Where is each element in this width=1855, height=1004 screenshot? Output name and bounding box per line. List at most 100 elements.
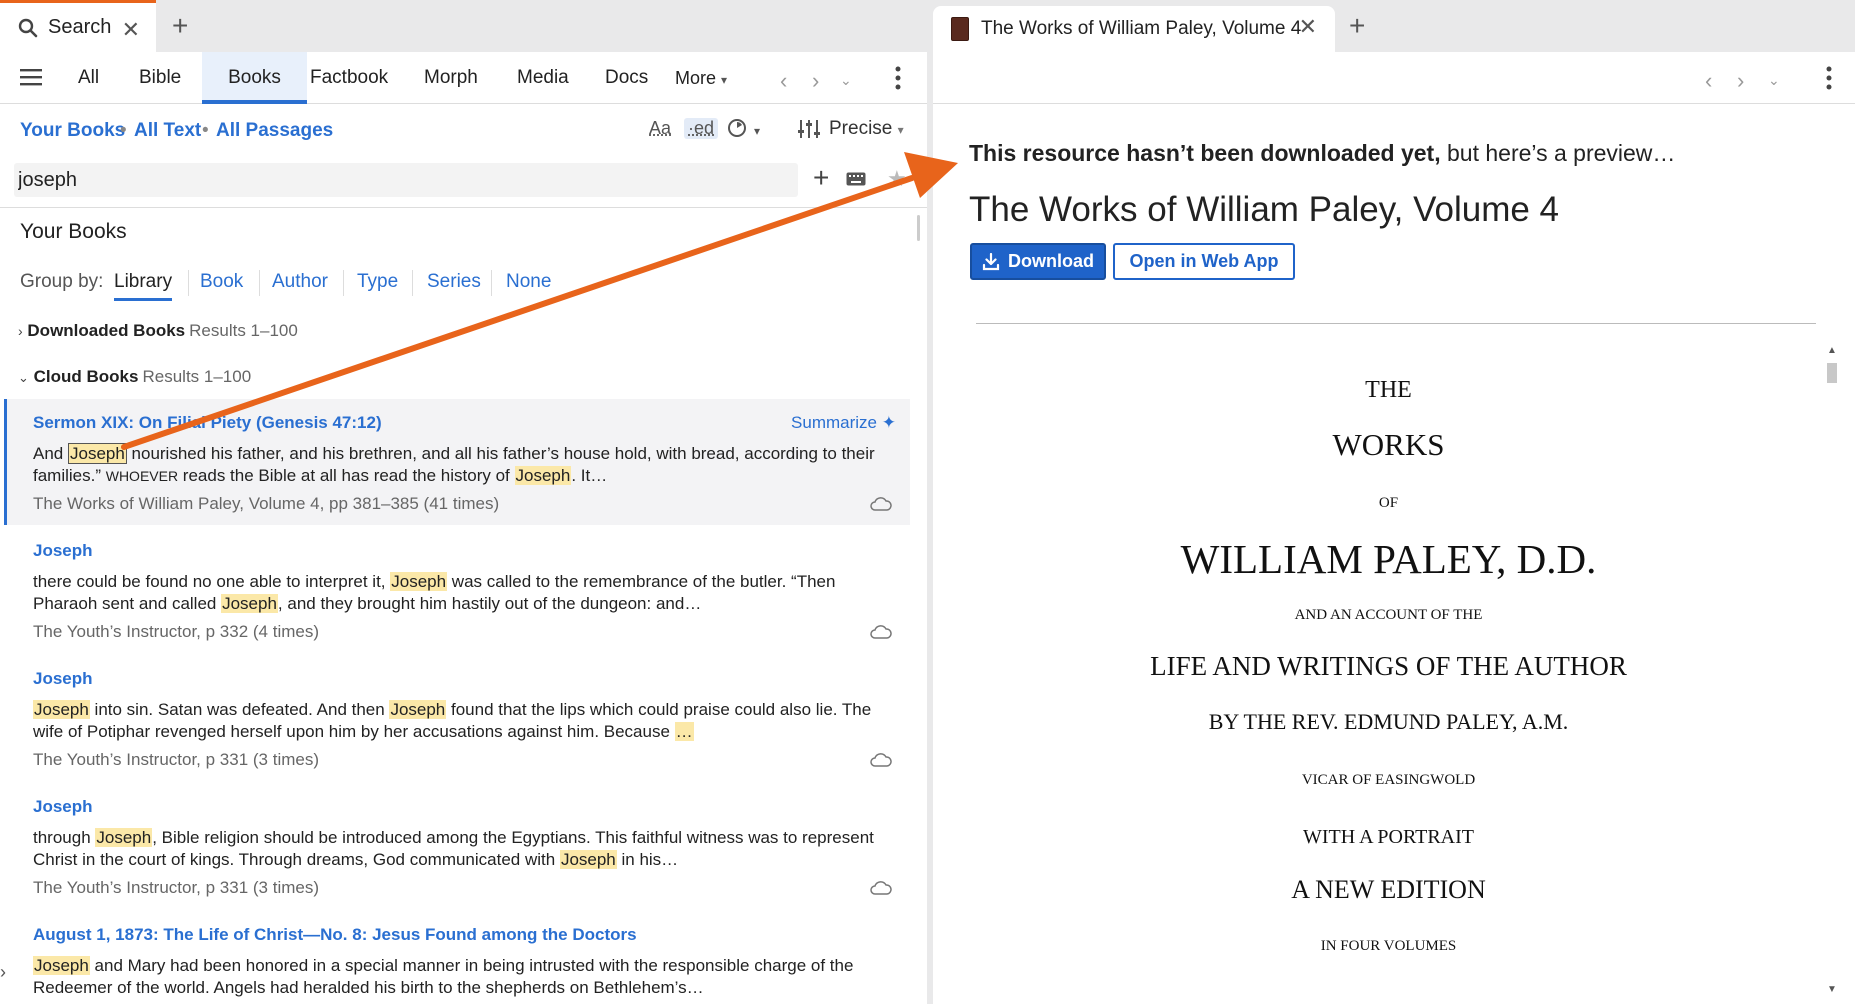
timer-icon[interactable] (726, 116, 748, 138)
downloaded-books-header[interactable]: › Downloaded Books Results 1–100 (18, 321, 298, 341)
page-line: VICAR OF EASINGWOLD (1301, 772, 1476, 788)
scrollbar[interactable] (917, 215, 920, 241)
search-hit: Joseph (95, 828, 153, 847)
more-label: More (675, 68, 717, 88)
result-title[interactable]: Joseph (33, 797, 93, 817)
cloud-books-header[interactable]: ⌄ Cloud Books Results 1–100 (18, 367, 251, 387)
scroll-up-icon[interactable]: ▲ (1827, 345, 1837, 356)
group-series[interactable]: Series (427, 271, 481, 293)
tab-resource[interactable]: The Works of William Paley, Volume 4 ✕ (933, 6, 1335, 52)
page-line: OF (1378, 495, 1399, 511)
filter-all-passages[interactable]: All Passages (216, 120, 333, 142)
divider (491, 270, 492, 296)
divider (259, 270, 260, 296)
chevron-down-icon[interactable]: ▾ (754, 124, 760, 138)
scroll-thumb[interactable] (1827, 363, 1837, 383)
page-line: LIFE AND WRITINGS OF THE AUTHOR (1150, 651, 1627, 681)
search-result[interactable]: Sermon XIX: On Filial Piety (Genesis 47:… (4, 399, 910, 525)
page-line: WILLIAM PALEY, D.D. (1180, 536, 1597, 582)
chevron-down-icon: ▾ (721, 73, 728, 87)
chevron-right-icon[interactable]: › (0, 962, 6, 983)
page-line: WORKS (1332, 427, 1445, 462)
search-input[interactable] (14, 163, 798, 197)
page-line: AND AN ACCOUNT OF THE (1294, 607, 1483, 623)
section-title: Your Books (20, 220, 127, 243)
search-result[interactable]: Joseph there could be found no one able … (4, 527, 910, 655)
tab-media[interactable]: Media (499, 52, 587, 104)
tab-all[interactable]: All (60, 52, 117, 104)
tab-morph[interactable]: Morph (406, 52, 496, 104)
history-dropdown-icon[interactable]: ⌄ (840, 72, 852, 89)
filter-your-books[interactable]: Your Books (20, 120, 125, 142)
search-hit: Joseph (390, 572, 448, 591)
tab-search-label: Search (48, 16, 112, 38)
page-line: A NEW EDITION (1291, 875, 1486, 904)
search-hit: … (674, 722, 694, 741)
back-icon[interactable]: ‹ (1705, 68, 1712, 94)
download-icon (982, 252, 1000, 271)
tab-search[interactable]: Search ✕ (0, 0, 156, 52)
history-dropdown-icon[interactable]: ⌄ (1768, 72, 1780, 89)
tab-docs[interactable]: Docs (587, 52, 666, 104)
tab-resource-label: The Works of William Paley, Volume 4 (981, 18, 1302, 39)
search-hit: Joseph (33, 956, 90, 975)
search-panel: Search ✕ + All Bible Books Factbook Morp… (0, 0, 927, 1004)
new-tab-button[interactable]: + (172, 12, 188, 40)
divider (976, 323, 1816, 324)
result-snippet: Joseph and Mary had been honored in a sp… (33, 956, 854, 997)
search-hit: Joseph (221, 594, 278, 613)
chevron-right-icon: › (18, 323, 23, 339)
search-box[interactable] (14, 163, 798, 197)
group-book[interactable]: Book (200, 271, 243, 293)
divider (412, 270, 413, 296)
divider (188, 270, 189, 296)
word-forms-icon[interactable]: ·ed (684, 118, 719, 139)
more-menu[interactable]: More ▾ (657, 52, 745, 104)
scroll-down-icon[interactable]: ▼ (1827, 984, 1837, 995)
close-icon[interactable]: ✕ (1299, 16, 1317, 38)
scrollbar[interactable]: ▲ ▼ (1823, 345, 1841, 995)
back-icon[interactable]: ‹ (780, 68, 787, 94)
forward-icon[interactable]: › (812, 68, 819, 94)
forward-icon[interactable]: › (1737, 68, 1744, 94)
new-tab-button[interactable]: + (1349, 12, 1365, 40)
search-result[interactable]: Joseph through Joseph, Bible religion sh… (4, 783, 910, 911)
more-options-icon[interactable] (895, 66, 901, 90)
close-icon[interactable]: ✕ (122, 19, 140, 41)
summarize-button[interactable]: Summarize ✦ (791, 413, 896, 433)
group-type[interactable]: Type (357, 271, 398, 293)
menu-icon[interactable] (20, 68, 42, 86)
result-source: The Youth’s Instructor, p 332 (4 times) (33, 622, 320, 641)
download-button[interactable]: Download (970, 243, 1106, 280)
keyboard-icon[interactable] (846, 172, 866, 186)
chevron-down-icon: ⌄ (18, 370, 29, 385)
star-icon[interactable]: ★ (887, 166, 907, 192)
page-line: WITH A PORTRAIT (1302, 826, 1474, 848)
search-hit: Joseph (559, 850, 617, 869)
group-author[interactable]: Author (272, 271, 328, 293)
result-title[interactable]: August 1, 1873: The Life of Christ—No. 8… (33, 925, 637, 945)
add-search-button[interactable]: + (813, 164, 829, 192)
result-title[interactable]: Sermon XIX: On Filial Piety (Genesis 47:… (33, 413, 382, 433)
precise-dropdown[interactable]: Precise ▾ (829, 118, 904, 140)
page-line: THE (1365, 377, 1412, 403)
open-in-web-app-button[interactable]: Open in Web App (1113, 243, 1295, 280)
result-title[interactable]: Joseph (33, 541, 93, 561)
sliders-icon[interactable] (797, 118, 821, 140)
downloaded-books-label: Downloaded Books (27, 321, 186, 340)
more-options-icon[interactable] (1826, 66, 1832, 90)
tab-factbook[interactable]: Factbook (292, 52, 406, 104)
download-label: Download (1008, 251, 1094, 271)
filter-all-text[interactable]: All Text (134, 120, 201, 142)
match-case-icon[interactable]: Aa (649, 118, 671, 139)
cloud-icon (870, 753, 892, 767)
group-library[interactable]: Library (114, 271, 173, 301)
tab-bible[interactable]: Bible (121, 52, 199, 104)
group-none[interactable]: None (506, 271, 551, 293)
result-title[interactable]: Joseph (33, 669, 93, 689)
download-notice: This resource hasn’t been downloaded yet… (969, 140, 1675, 167)
search-result[interactable]: Joseph Joseph into sin. Satan was defeat… (4, 655, 910, 783)
result-source: The Youth’s Instructor, p 331 (3 times) (33, 878, 320, 897)
search-result[interactable]: August 1, 1873: The Life of Christ—No. 8… (4, 911, 910, 1004)
chevron-down-icon: ▾ (897, 123, 904, 137)
